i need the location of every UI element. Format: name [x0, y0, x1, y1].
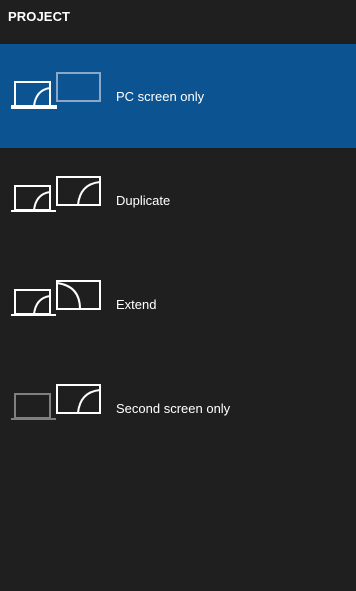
option-pc-screen-only[interactable]: PC screen only: [0, 44, 356, 148]
option-duplicate[interactable]: Duplicate: [0, 148, 356, 252]
project-panel: PROJECT PC screen only Duplicate Extend …: [0, 0, 356, 591]
option-label: PC screen only: [116, 89, 205, 104]
duplicate-icon: [10, 174, 102, 216]
second-screen-only-icon: [10, 382, 102, 424]
pc-screen-only-icon: [10, 70, 102, 112]
option-second-screen-only[interactable]: Second screen only: [0, 356, 356, 460]
option-label: Second screen only: [116, 401, 231, 416]
panel-title: PROJECT: [8, 9, 71, 24]
option-extend[interactable]: Extend: [0, 252, 356, 356]
option-label: Duplicate: [116, 193, 171, 208]
option-label: Extend: [116, 297, 157, 312]
extend-icon: [10, 278, 102, 320]
